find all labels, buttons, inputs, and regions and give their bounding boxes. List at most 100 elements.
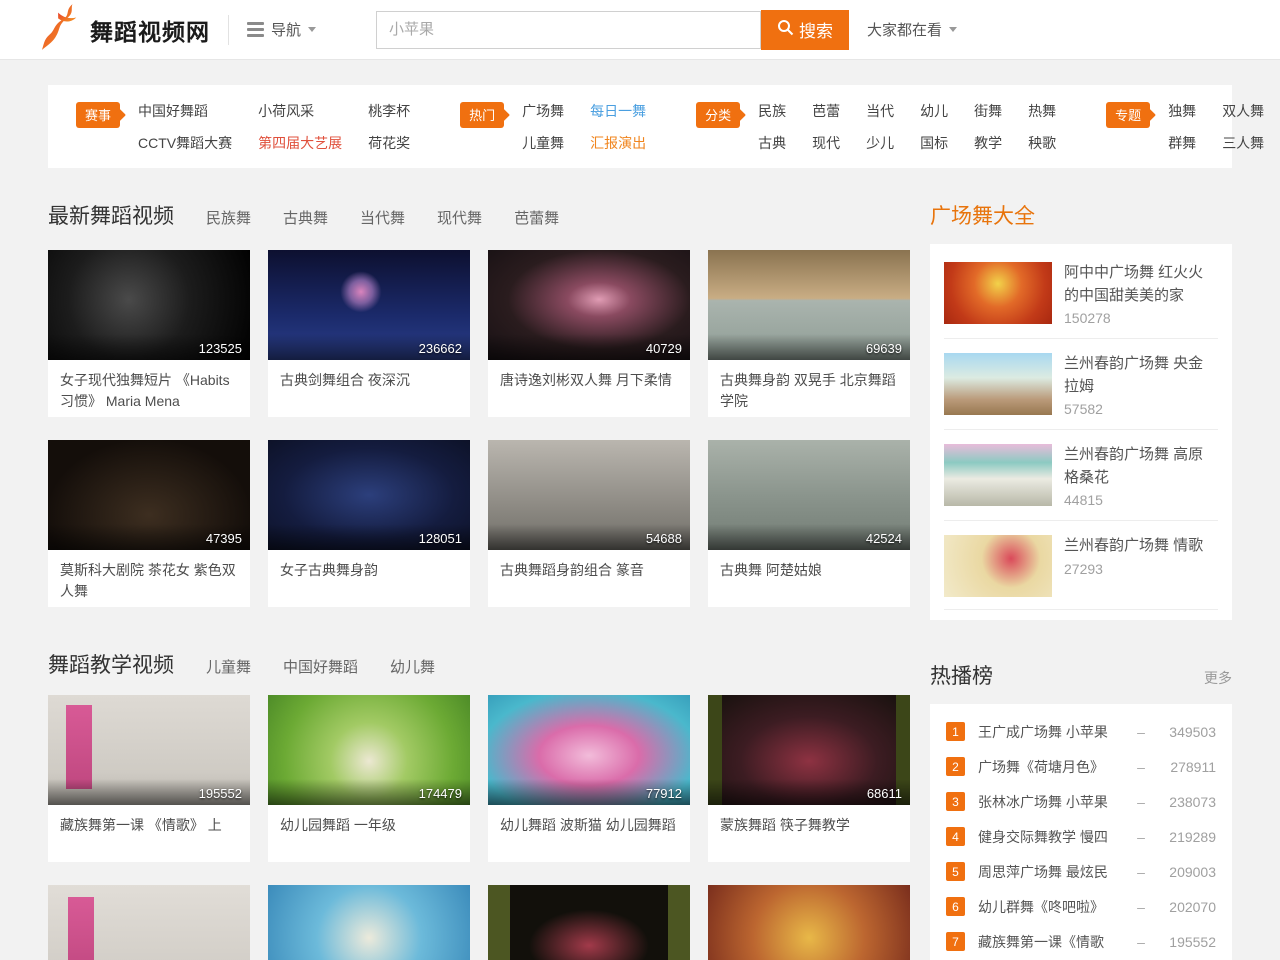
hot-list-item[interactable]: 5 周思萍广场舞 最炫民 – 209003 [946, 854, 1216, 889]
events-badge[interactable]: 赛事 [76, 102, 120, 128]
square-dance-item[interactable]: 兰州春韵广场舞 央金拉姆 57582 [944, 339, 1218, 430]
tab-modern-dance[interactable]: 现代舞 [437, 207, 482, 228]
video-thumbnail: 68611 [708, 695, 910, 805]
nav-link[interactable]: 热舞 [1028, 102, 1056, 121]
hot-list-item[interactable]: 7 藏族舞第一课《情歌 – 195552 [946, 924, 1216, 959]
video-card[interactable]: 236662 古典剑舞组合 夜深沉 [268, 250, 470, 417]
trend-indicator: – [1122, 829, 1160, 845]
nav-link-highlighted[interactable]: 汇报演出 [590, 134, 646, 153]
video-title: 幼儿舞蹈 波斯猫 幼儿园舞蹈 [488, 805, 690, 836]
top-bar: 舞蹈视频网 导航 搜索 大家都在看 [0, 0, 1280, 60]
nav-link[interactable]: 现代 [812, 134, 840, 153]
hot-list-item[interactable]: 6 幼儿群舞《咚吧啦》 – 202070 [946, 889, 1216, 924]
video-card[interactable]: 47395 莫斯科大剧院 茶花女 紫色双人舞 [48, 440, 250, 607]
tab-ballet[interactable]: 芭蕾舞 [514, 207, 559, 228]
video-card[interactable]: 195552 藏族舞第一课 《情歌》 上 [48, 695, 250, 862]
everyone-watching-dropdown[interactable]: 大家都在看 [867, 19, 957, 40]
video-card[interactable]: 128051 女子古典舞身韵 [268, 440, 470, 607]
nav-link[interactable]: 芭蕾 [812, 102, 840, 121]
video-card[interactable]: 77912 幼儿舞蹈 波斯猫 幼儿园舞蹈 [488, 695, 690, 862]
square-dance-title: 广场舞大全 [930, 200, 1232, 232]
video-thumbnail: 174479 [268, 695, 470, 805]
nav-group-events: 赛事 中国好舞蹈 CCTV舞蹈大赛 小荷风采 第四届大艺展 桃李杯 荷花奖 [76, 102, 436, 153]
nav-link[interactable]: 独舞 [1168, 102, 1196, 121]
tab-contemporary-dance[interactable]: 当代舞 [360, 207, 405, 228]
nav-link[interactable]: 秧歌 [1028, 134, 1056, 153]
view-count: 195552 [199, 786, 242, 801]
video-card[interactable] [48, 885, 250, 960]
latest-video-grid: 123525 女子现代独舞短片 《Habits 习惯》 Maria Mena 2… [48, 250, 910, 607]
tab-toddler-dance[interactable]: 幼儿舞 [390, 656, 435, 677]
video-thumbnail [944, 444, 1052, 506]
video-card[interactable] [268, 885, 470, 960]
view-count: 47395 [206, 531, 242, 546]
nav-link[interactable]: 古典 [758, 134, 786, 153]
tab-children-dance[interactable]: 儿童舞 [206, 656, 251, 677]
video-card[interactable]: 68611 蒙族舞蹈 筷子舞教学 [708, 695, 910, 862]
nav-link[interactable]: 少儿 [866, 134, 894, 153]
video-title: 藏族舞第一课《情歌 [978, 932, 1122, 952]
video-card[interactable]: 69639 古典舞身韵 双晃手 北京舞蹈学院 [708, 250, 910, 417]
view-count: 195552 [1160, 934, 1216, 950]
video-card[interactable] [708, 885, 910, 960]
video-card[interactable]: 123525 女子现代独舞短片 《Habits 习惯》 Maria Mena [48, 250, 250, 417]
teaching-section-header: 舞蹈教学视频 儿童舞 中国好舞蹈 幼儿舞 [48, 649, 910, 681]
nav-link[interactable]: 街舞 [974, 102, 1002, 121]
square-dance-item[interactable]: 阿中中广场舞 红火火的中国甜美美的家 150278 [944, 248, 1218, 339]
video-thumbnail: 42524 [708, 440, 910, 550]
more-link[interactable]: 更多 [1204, 668, 1232, 688]
tab-folk-dance[interactable]: 民族舞 [206, 207, 251, 228]
nav-link[interactable]: 幼儿 [920, 102, 948, 121]
video-card[interactable]: 42524 古典舞 阿楚姑娘 [708, 440, 910, 607]
search-button[interactable]: 搜索 [761, 10, 849, 50]
hot-list-item[interactable]: 3 张林冰广场舞 小苹果 – 238073 [946, 784, 1216, 819]
nav-link[interactable]: 教学 [974, 134, 1002, 153]
nav-dropdown[interactable]: 导航 [247, 19, 316, 40]
nav-link[interactable]: CCTV舞蹈大赛 [138, 134, 232, 153]
nav-link[interactable]: 儿童舞 [522, 134, 564, 153]
nav-link[interactable]: 桃李杯 [368, 102, 410, 121]
nav-link[interactable]: 群舞 [1168, 134, 1196, 153]
nav-link[interactable]: 荷花奖 [368, 134, 410, 153]
video-title: 广场舞《荷塘月色》 [978, 757, 1122, 777]
nav-link[interactable]: 三人舞 [1222, 134, 1264, 153]
square-dance-item[interactable]: 兰州春韵广场舞 高原格桑花 44815 [944, 430, 1218, 521]
topics-badge[interactable]: 专题 [1106, 102, 1150, 128]
hot-list-item[interactable]: 4 健身交际舞教学 慢四 – 219289 [946, 819, 1216, 854]
site-logo[interactable]: 舞蹈视频网 [40, 3, 210, 56]
video-title: 兰州春韵广场舞 情歌 [1064, 535, 1218, 558]
nav-link-highlighted[interactable]: 第四届大艺展 [258, 134, 342, 153]
nav-link[interactable]: 双人舞 [1222, 102, 1264, 121]
video-card[interactable]: 54688 古典舞蹈身韵组合 篆音 [488, 440, 690, 607]
nav-link[interactable]: 民族 [758, 102, 786, 121]
video-card[interactable] [488, 885, 690, 960]
video-card[interactable]: 40729 唐诗逸刘彬双人舞 月下柔情 [488, 250, 690, 417]
categories-badge[interactable]: 分类 [696, 102, 740, 128]
square-dance-item[interactable]: 兰州春韵广场舞 情歌 27293 [944, 521, 1218, 610]
video-title: 女子现代独舞短片 《Habits 习惯》 Maria Mena [48, 360, 250, 411]
video-card[interactable]: 174479 幼儿园舞蹈 一年级 [268, 695, 470, 862]
chevron-down-icon [308, 27, 316, 32]
hot-badge[interactable]: 热门 [460, 102, 504, 128]
tab-classical-dance[interactable]: 古典舞 [283, 207, 328, 228]
hot-list-item[interactable]: 1 王广成广场舞 小苹果 – 349503 [946, 714, 1216, 749]
nav-link[interactable]: 广场舞 [522, 102, 564, 121]
nav-link[interactable]: 国标 [920, 134, 948, 153]
main-content: 最新舞蹈视频 民族舞 古典舞 当代舞 现代舞 芭蕾舞 123525 女子现代独舞… [48, 200, 1232, 960]
search-input[interactable] [376, 11, 761, 49]
nav-link-highlighted[interactable]: 每日一舞 [590, 102, 646, 121]
video-title: 唐诗逸刘彬双人舞 月下柔情 [488, 360, 690, 391]
rank-badge: 3 [946, 792, 965, 811]
latest-section-header: 最新舞蹈视频 民族舞 古典舞 当代舞 现代舞 芭蕾舞 [48, 200, 910, 232]
nav-link[interactable]: 当代 [866, 102, 894, 121]
nav-link[interactable]: 小荷风采 [258, 102, 342, 121]
search-icon [777, 19, 794, 41]
view-count: 219289 [1160, 829, 1216, 845]
nav-group-categories: 分类 民族 古典 芭蕾 现代 当代 少儿 幼儿 国标 街舞 教学 [696, 102, 1082, 153]
video-title: 张林冰广场舞 小苹果 [978, 792, 1122, 812]
nav-link[interactable]: 中国好舞蹈 [138, 102, 232, 121]
video-thumbnail [944, 353, 1052, 415]
tab-china-good-dance[interactable]: 中国好舞蹈 [283, 656, 358, 677]
hot-list-item[interactable]: 2 广场舞《荷塘月色》 – 278911 [946, 749, 1216, 784]
video-thumbnail [488, 885, 690, 960]
